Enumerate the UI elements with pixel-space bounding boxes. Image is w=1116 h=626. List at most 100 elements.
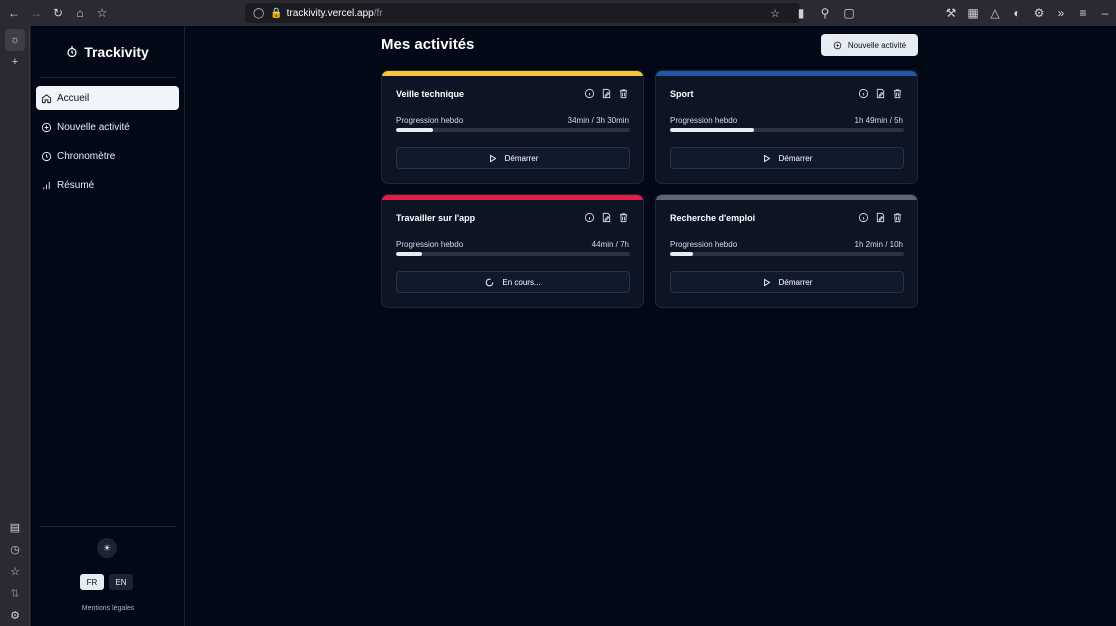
menu-item-label: Nouvelle activité [57, 121, 130, 133]
activity-color-stripe [382, 195, 643, 200]
new-tab-plus-icon[interactable]: + [0, 51, 30, 73]
panel-icon[interactable]: ▦ [962, 2, 984, 24]
start-button[interactable]: Démarrer [670, 271, 904, 293]
menu-item-chronometre[interactable]: Chronomètre [36, 144, 179, 168]
info-icon[interactable] [584, 88, 595, 99]
progress-fill [396, 252, 422, 256]
menu-hamburger-icon[interactable]: ≡ [1072, 2, 1094, 24]
edit-icon[interactable] [875, 88, 886, 99]
sync-icon[interactable]: ⇅ [0, 582, 30, 604]
shield-icon[interactable]: ◯ [253, 8, 264, 19]
activity-name: Travailler sur l'app [396, 213, 476, 223]
new-activity-button[interactable]: Nouvelle activité [821, 34, 918, 56]
brand-name: Trackivity [84, 43, 149, 60]
extensions-icon[interactable]: △ [984, 2, 1006, 24]
progress-fill [670, 252, 694, 256]
action-label: Démarrer [778, 277, 813, 287]
downloads-icon[interactable]: ▤ [0, 516, 30, 538]
bar-chart-icon [43, 181, 50, 189]
app-sidebar: Trackivity Accueil Nouvelle activité Chr… [31, 26, 185, 626]
sidebar-settings-icon[interactable]: ⚙ [0, 604, 30, 626]
edit-icon[interactable] [875, 212, 886, 223]
settings-gear-icon[interactable]: ⚙ [1028, 2, 1050, 24]
info-icon[interactable] [858, 212, 869, 223]
page-title: Mes activités [381, 36, 475, 53]
plus-circle-icon [41, 122, 52, 132]
theme-toggle-sun-icon[interactable]: ☀ [97, 538, 117, 558]
menu-item-label: Résumé [57, 179, 95, 191]
activity-card: Veille technique Progression hebdo 34min… [381, 70, 644, 184]
home-browser-icon[interactable]: ⌂ [69, 2, 91, 24]
progress-track [396, 252, 630, 256]
history-icon[interactable]: ◷ [0, 538, 30, 560]
reload-icon[interactable]: ↻ [47, 2, 69, 24]
start-button[interactable]: Démarrer [396, 147, 630, 169]
bookmarks-star-icon[interactable]: ☆ [0, 560, 30, 582]
screenshot-icon[interactable]: ▢ [838, 2, 860, 24]
progress-value: 34min / 3h 30min [567, 116, 629, 125]
activity-actions [584, 212, 629, 223]
url-bar[interactable]: ◯ 🔒 trackivity.vercel.app/fr ☆ [245, 3, 800, 23]
browser-sidebar: ☼ + ▤ ◷ ☆ ⇅ ⚙ [0, 26, 30, 626]
info-icon[interactable] [858, 88, 869, 99]
edit-icon[interactable] [601, 88, 612, 99]
active-tab-icon[interactable]: ☼ [5, 29, 25, 51]
window-minimize-icon[interactable]: – [1094, 2, 1116, 24]
clock-icon [41, 151, 52, 161]
forward-icon[interactable]: → [25, 2, 47, 24]
activity-card: Recherche d'emploi Progression hebdo 1h … [655, 194, 918, 308]
overflow-chevrons-icon[interactable]: » [1050, 2, 1072, 24]
reader-view-icon[interactable]: ▮ [790, 2, 812, 24]
brand[interactable]: Trackivity [39, 26, 176, 78]
trash-icon[interactable] [892, 212, 903, 223]
lang-fr-button[interactable]: FR [80, 574, 104, 590]
url-host: trackivity.vercel.app [286, 7, 374, 19]
lock-icon[interactable]: 🔒 [270, 8, 282, 19]
back-icon[interactable]: ← [3, 2, 25, 24]
progress-value: 1h 2min / 10h [854, 240, 903, 249]
activity-actions [858, 88, 903, 99]
menu-item-label: Chronomètre [57, 150, 116, 162]
bookmark-star-icon[interactable]: ☆ [770, 7, 780, 20]
edit-icon[interactable] [601, 212, 612, 223]
extension-puzzle-icon[interactable]: ☆ [91, 2, 113, 24]
activity-card: Sport Progression hebdo 1h 49min / 5h Dé… [655, 70, 918, 184]
url-path: /fr [373, 7, 383, 19]
main-menu: Accueil Nouvelle activité Chronomètre Ré… [31, 86, 184, 197]
action-label: Démarrer [778, 153, 813, 163]
progress-label: Progression hebdo [670, 240, 738, 249]
progress-value: 1h 49min / 5h [854, 116, 903, 125]
profile-icon[interactable]: ◐ [1006, 2, 1028, 24]
activity-actions [584, 88, 629, 99]
trash-icon[interactable] [618, 88, 629, 99]
app-root: Trackivity Accueil Nouvelle activité Chr… [31, 26, 1116, 626]
in-progress-button[interactable]: En cours... [396, 271, 630, 293]
spinner-icon [485, 278, 494, 287]
legal-link[interactable]: Mentions légales [39, 605, 177, 612]
menu-item-accueil[interactable]: Accueil [36, 86, 179, 110]
progress-track [670, 128, 904, 132]
activity-color-stripe [382, 71, 643, 76]
lang-en-button[interactable]: EN [109, 574, 133, 590]
menu-item-resume[interactable]: Résumé [36, 173, 179, 197]
home-icon [41, 93, 52, 103]
activity-actions [858, 212, 903, 223]
progress-fill [396, 128, 434, 132]
tools-icon[interactable]: ⚒ [940, 2, 962, 24]
play-icon [762, 278, 771, 287]
activity-card: Travailler sur l'app Progression hebdo 4… [381, 194, 644, 308]
zoom-search-icon[interactable]: ⚲ [814, 2, 836, 24]
activity-name: Recherche d'emploi [670, 213, 756, 223]
start-button[interactable]: Démarrer [670, 147, 904, 169]
trash-icon[interactable] [618, 212, 629, 223]
activity-name: Sport [670, 89, 694, 99]
action-label: En cours... [502, 277, 541, 287]
info-icon[interactable] [584, 212, 595, 223]
progress-label: Progression hebdo [670, 116, 738, 125]
menu-item-nouvelle-activite[interactable]: Nouvelle activité [36, 115, 179, 139]
trash-icon[interactable] [892, 88, 903, 99]
play-icon [762, 154, 771, 163]
browser-toolbar: ← → ↻ ⌂ ☆ ◯ 🔒 trackivity.vercel.app/fr ☆… [0, 0, 1116, 26]
play-icon [488, 154, 497, 163]
sidebar-footer: ☀ FR EN Mentions légales [39, 526, 177, 626]
